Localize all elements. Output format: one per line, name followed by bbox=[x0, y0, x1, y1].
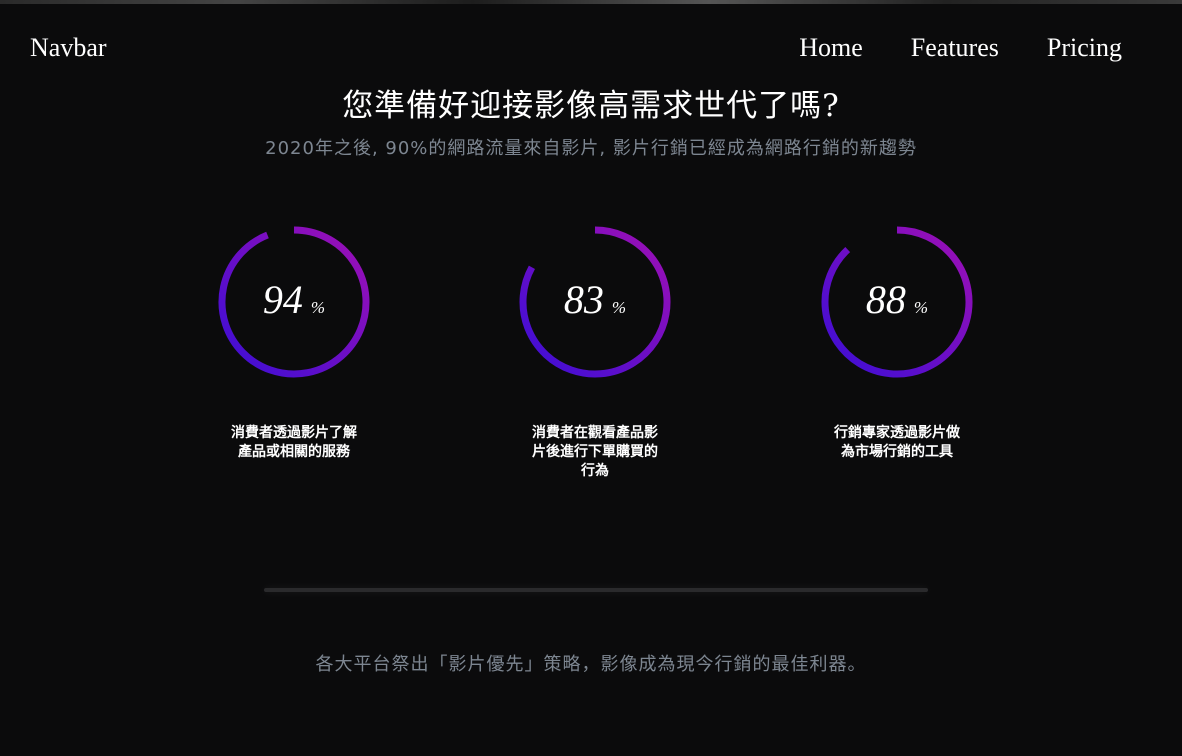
navbar-brand[interactable]: Navbar bbox=[30, 33, 107, 63]
nav-link-features[interactable]: Features bbox=[911, 33, 999, 63]
top-image-strip bbox=[0, 0, 1182, 4]
stat-label: 行銷專家透過影片做為市場行銷的工具 bbox=[834, 425, 960, 460]
stat-value: 94% bbox=[214, 276, 374, 323]
stat-unit: % bbox=[913, 298, 929, 317]
navbar-links: Home Features Pricing bbox=[799, 33, 1122, 63]
stat-number: 88 bbox=[865, 277, 906, 322]
stat-number: 94 bbox=[262, 277, 303, 322]
stat-value: 83% bbox=[515, 276, 675, 323]
stat-number: 83 bbox=[563, 277, 604, 322]
stat-label: 消費者在觀看產品影片後進行下單購買的行為 bbox=[532, 425, 658, 479]
stat-label: 消費者透過影片了解產品或相關的服務 bbox=[231, 425, 357, 460]
stat-unit: % bbox=[611, 298, 627, 317]
stat-value: 88% bbox=[817, 276, 977, 323]
section-divider bbox=[264, 588, 928, 592]
hero-subtitle: 2020年之後, 90%的網路流量來自影片, 影片行銷已經成為網路行銷的新趨勢 bbox=[265, 138, 917, 159]
stat-unit: % bbox=[310, 298, 326, 317]
hero-title: 您準備好迎接影像高需求世代了嗎? bbox=[342, 88, 840, 124]
nav-link-pricing[interactable]: Pricing bbox=[1047, 33, 1122, 63]
nav-link-home[interactable]: Home bbox=[799, 33, 863, 63]
footer-tagline: 各大平台祭出「影片優先」策略，影像成為現今行銷的最佳利器。 bbox=[315, 654, 867, 675]
